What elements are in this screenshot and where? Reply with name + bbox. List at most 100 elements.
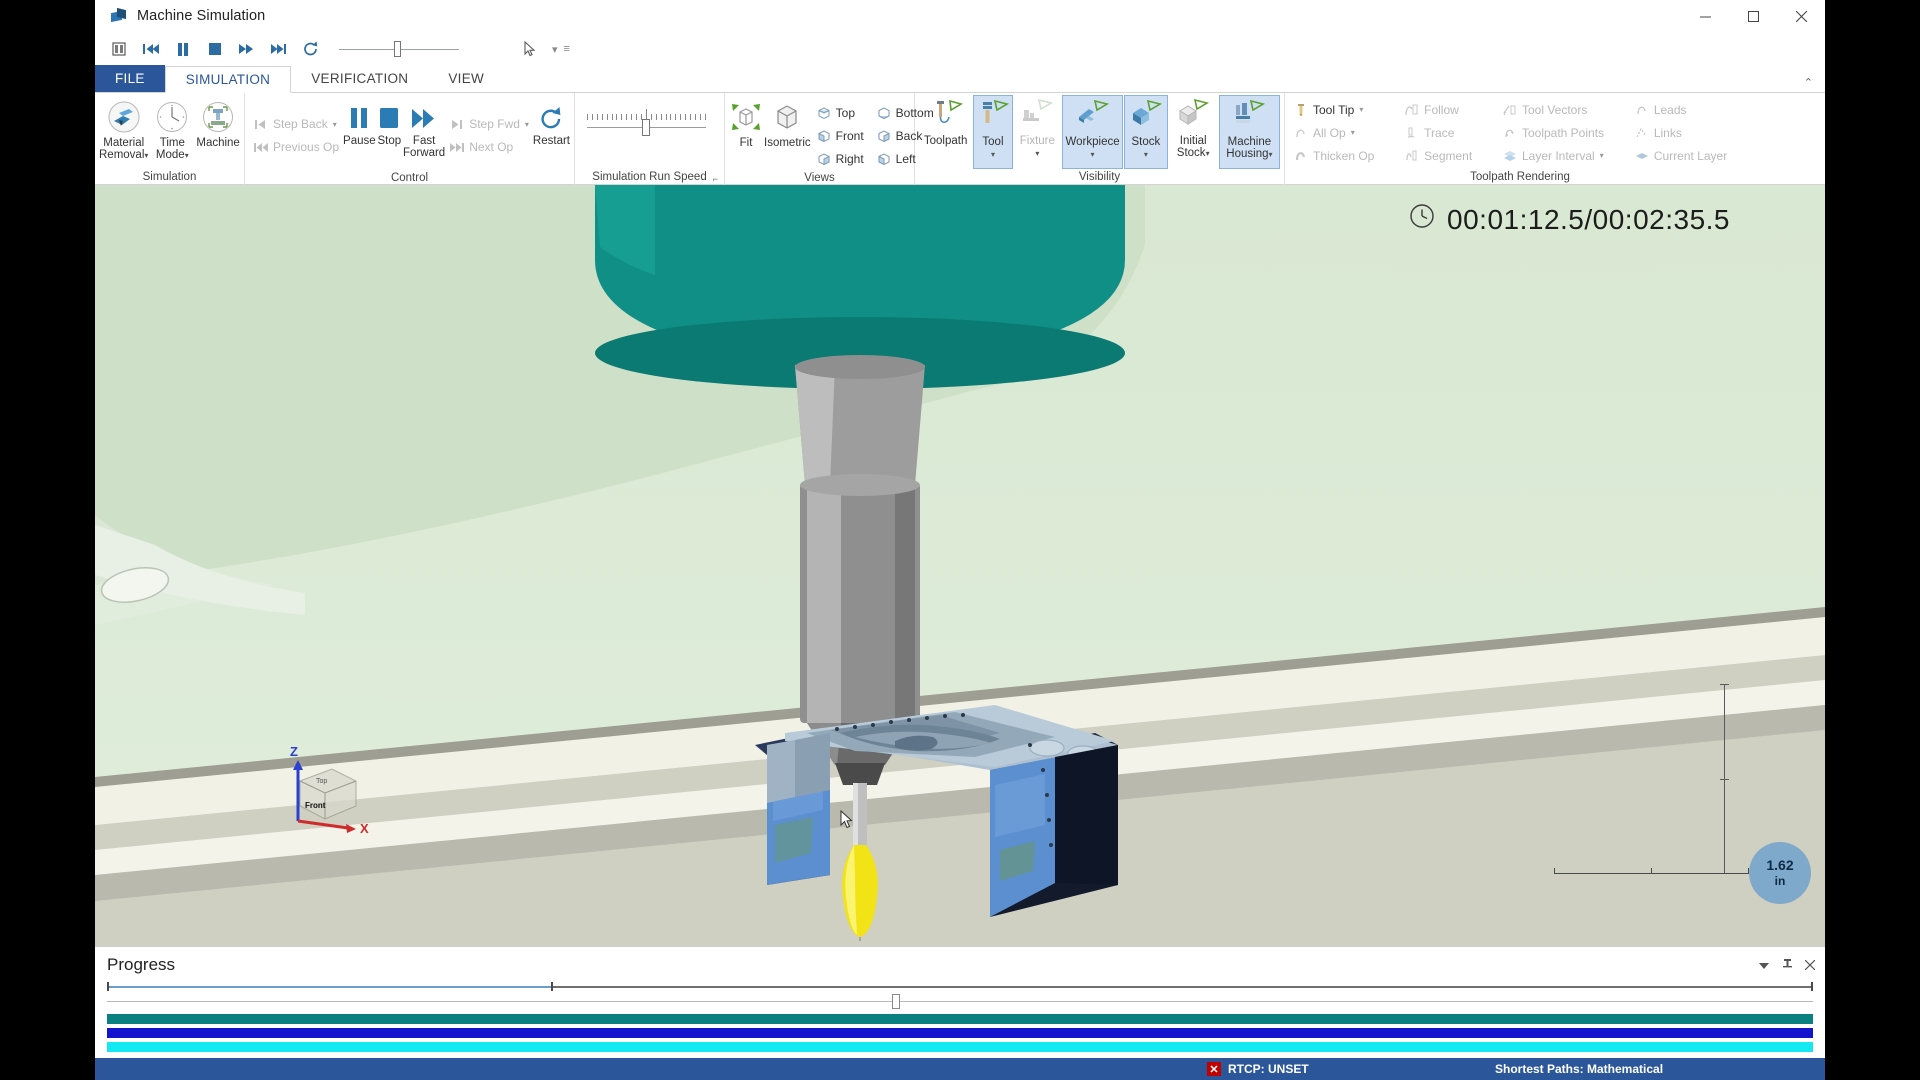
fast-forward-icon[interactable]	[231, 34, 263, 64]
stop-button[interactable]: Stop	[376, 97, 403, 147]
chevron-down-icon[interactable]: ▾	[1206, 149, 1210, 158]
chevron-up-icon[interactable]: ⌃	[1804, 76, 1813, 89]
pause-button[interactable]: Pause	[343, 97, 376, 147]
stop-icon[interactable]	[199, 34, 231, 64]
machine-icon[interactable]	[103, 34, 135, 64]
pause-icon[interactable]	[167, 34, 199, 64]
customize-toolbar-icon[interactable]: ≡	[564, 43, 570, 55]
next-op-icon	[449, 139, 465, 155]
toolpath-label: Toolpath	[923, 135, 968, 147]
links-button[interactable]: Links	[1630, 121, 1751, 144]
pin-icon[interactable]	[1782, 957, 1793, 975]
step-back-button[interactable]: Step Back ▾	[249, 113, 343, 136]
tab-view[interactable]: VIEW	[428, 65, 504, 92]
chevron-down-icon[interactable]: ▾	[1600, 151, 1604, 160]
view-right-label: Right	[835, 151, 864, 166]
next-op-label: Next Op	[469, 140, 514, 154]
toolpath-button[interactable]: Toolpath	[919, 95, 972, 169]
progress-slider-thumb[interactable]	[891, 994, 900, 1009]
axis-triad[interactable]: Top Front Z X	[270, 736, 380, 846]
current-layer-button[interactable]: Current Layer	[1630, 144, 1751, 167]
chevron-down-icon[interactable]: ▾	[991, 150, 995, 159]
chevron-down-icon[interactable]: ▾	[1269, 150, 1273, 159]
stock-button[interactable]: Stock ▾	[1124, 95, 1168, 169]
time-mode-button[interactable]: Time Mode▾	[150, 97, 194, 162]
simulation-viewport[interactable]: Top Front Z X 00:01:12.5/00:02:35.5 1.62…	[95, 185, 1825, 946]
chevron-down-icon[interactable]: ▾	[1035, 149, 1039, 158]
progress-slider[interactable]	[107, 993, 1813, 1009]
fixture-button[interactable]: Fixture ▾	[1014, 95, 1061, 169]
triad-x-label: X	[360, 821, 369, 836]
restart-icon[interactable]	[295, 34, 327, 64]
chevron-down-icon[interactable]: ▾	[144, 151, 148, 160]
isometric-button[interactable]: Isometric	[764, 97, 811, 149]
skip-end-icon[interactable]	[263, 34, 295, 64]
toolpath-points-label: Toolpath Points	[1521, 125, 1605, 140]
maximize-icon[interactable]	[1729, 0, 1777, 32]
restart-button[interactable]: Restart	[533, 97, 570, 147]
chevron-down-icon[interactable]: ▾	[1359, 105, 1363, 114]
step-forward-button[interactable]: Step Fwd ▾	[445, 113, 533, 136]
tab-verification[interactable]: VERIFICATION	[291, 65, 428, 92]
next-op-button[interactable]: Next Op	[445, 136, 533, 159]
ribbon-group-title: Simulation	[142, 171, 197, 183]
triad-z-label: Z	[290, 744, 298, 759]
fast-forward-button[interactable]: Fast Forward	[403, 97, 445, 159]
rtcp-status[interactable]: ✕ RTCP: UNSET	[1207, 1062, 1309, 1076]
layer-interval-button[interactable]: Layer Interval ▾	[1498, 144, 1628, 167]
tool-vectors-button[interactable]: Tool Vectors	[1498, 98, 1628, 121]
tool-vectors-label: Tool Vectors	[1521, 102, 1588, 117]
tool-label: Tool	[982, 136, 1004, 148]
follow-button[interactable]: Follow	[1400, 98, 1496, 121]
chevron-down-icon[interactable]	[1758, 957, 1770, 975]
scale-indicator[interactable]: 1.62 in	[1749, 842, 1811, 904]
chevron-down-icon[interactable]: ▾	[525, 120, 529, 129]
thicken-op-button[interactable]: Thicken Op	[1289, 144, 1398, 167]
run-speed-slider[interactable]	[579, 97, 714, 136]
tool-tip-label: Tool Tip	[1313, 102, 1355, 117]
workpiece-icon	[1076, 98, 1110, 134]
trace-button[interactable]: Trace	[1400, 121, 1496, 144]
progress-track[interactable]	[107, 981, 1813, 991]
chevron-down-icon[interactable]: ▾	[333, 120, 337, 129]
tab-simulation[interactable]: SIMULATION	[164, 66, 292, 93]
scale-unit: in	[1774, 874, 1786, 888]
close-icon[interactable]	[1777, 0, 1825, 32]
machine-button[interactable]: Machine	[196, 97, 240, 149]
run-speed-thumb[interactable]	[642, 119, 650, 136]
leads-button[interactable]: Leads	[1630, 98, 1751, 121]
tab-file[interactable]: FILE	[95, 65, 165, 92]
all-op-button[interactable]: All Op ▾	[1289, 121, 1398, 144]
tool-tip-button[interactable]: Tool Tip ▾	[1289, 98, 1398, 121]
machine-housing-button[interactable]: Machine Housing▾	[1218, 95, 1280, 169]
qat-slider-thumb[interactable]	[394, 41, 401, 57]
material-removal-button[interactable]: Material Removal▾	[99, 97, 148, 162]
pointer-icon[interactable]	[514, 34, 546, 64]
chevron-down-icon[interactable]: ▾	[552, 43, 558, 56]
segment-label: Segment	[1424, 148, 1473, 163]
view-right-button[interactable]: Right	[812, 147, 868, 170]
fit-button[interactable]: Fit	[729, 97, 763, 149]
qat-speed-slider[interactable]	[339, 34, 459, 64]
chevron-down-icon[interactable]: ▾	[1351, 128, 1355, 137]
minimize-icon[interactable]	[1681, 0, 1729, 32]
close-icon[interactable]	[1804, 957, 1816, 975]
segment-button[interactable]: Segment	[1400, 144, 1496, 167]
initial-stock-button[interactable]: Initial Stock▾	[1169, 95, 1218, 169]
step-forward-label: Step Fwd	[469, 117, 520, 131]
leads-label: Leads	[1653, 102, 1687, 117]
chevron-down-icon[interactable]: ▾	[1091, 150, 1095, 159]
view-top-button[interactable]: Top	[812, 101, 868, 124]
view-front-button[interactable]: Front	[812, 124, 868, 147]
tool-button[interactable]: Tool ▾	[973, 95, 1013, 169]
pause-icon	[348, 103, 370, 135]
toolpath-points-button[interactable]: Toolpath Points	[1498, 121, 1628, 144]
rewind-icon[interactable]	[135, 34, 167, 64]
workpiece-button[interactable]: Workpiece ▾	[1062, 95, 1124, 169]
chevron-down-icon[interactable]: ▾	[1144, 150, 1148, 159]
chevron-down-icon[interactable]: ▾	[185, 151, 189, 160]
dialog-launcher-icon[interactable]: ⌐	[713, 174, 718, 184]
window-controls	[1681, 0, 1825, 32]
leads-icon	[1634, 102, 1650, 118]
previous-op-button[interactable]: Previous Op	[249, 136, 343, 159]
